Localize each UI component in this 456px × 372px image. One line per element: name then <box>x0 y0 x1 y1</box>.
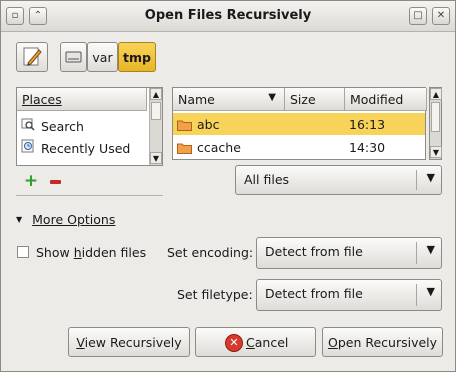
title-bar: ▫ ⌃ Open Files Recursively □ ✕ <box>1 1 455 32</box>
places-pane: Places Search Recently Used ▲ ▼ <box>16 87 163 166</box>
file-name: abc <box>197 117 220 132</box>
encoding-label: Set encoding: <box>167 245 254 260</box>
combo-separator <box>416 170 417 190</box>
expander-arrow-icon: ▼ <box>16 215 23 224</box>
filetype-label: Set filetype: <box>177 287 253 302</box>
file-filter-combo[interactable]: All files ▼ <box>235 165 442 195</box>
file-name: ccache <box>197 140 241 155</box>
path-root-button[interactable] <box>60 42 87 72</box>
open-recursively-button[interactable]: Open Recursively <box>322 327 443 357</box>
button-label: pen Recursively <box>337 335 438 350</box>
folder-icon <box>177 142 193 157</box>
label-part: idden files <box>81 245 147 260</box>
more-options-expander[interactable]: ▼ More Options <box>16 212 115 227</box>
label-mnemonic: h <box>73 245 82 260</box>
dropdown-arrow-icon: ▼ <box>426 171 435 184</box>
filetype-combo[interactable]: Detect from file ▼ <box>256 279 442 311</box>
path-button-var[interactable]: var <box>87 42 118 72</box>
scroll-up-arrow[interactable]: ▲ <box>150 88 162 100</box>
button-mnemonic: C <box>246 335 255 350</box>
close-window-button[interactable]: ✕ <box>432 7 450 25</box>
encoding-value: Detect from file <box>265 244 363 259</box>
sort-down-icon: ▼ <box>268 92 276 103</box>
button-mnemonic: O <box>327 335 338 350</box>
window-title: Open Files Recursively <box>144 8 312 23</box>
scroll-down-arrow[interactable]: ▼ <box>430 146 442 158</box>
button-mnemonic: V <box>76 335 85 350</box>
maximize-button[interactable]: □ <box>409 7 427 25</box>
places-header-label: Places <box>22 92 62 107</box>
scroll-thumb[interactable] <box>151 102 161 120</box>
dropdown-arrow-icon: ▼ <box>426 285 435 298</box>
combo-separator <box>416 242 417 264</box>
checkbox-box[interactable] <box>17 246 29 258</box>
column-header-name[interactable]: Name ▼ <box>173 88 285 111</box>
show-hidden-label: Show hidden files <box>36 245 146 260</box>
column-header-modified[interactable]: Modified <box>345 88 427 111</box>
drive-icon <box>65 51 82 63</box>
scroll-down-arrow[interactable]: ▼ <box>150 152 162 164</box>
scroll-thumb[interactable] <box>431 102 440 132</box>
file-filter-value: All files <box>244 172 290 187</box>
places-item-search[interactable]: Search <box>17 113 147 135</box>
separator <box>16 195 163 196</box>
places-item-recently-used[interactable]: Recently Used <box>17 135 147 157</box>
remove-icon <box>50 180 61 184</box>
dropdown-arrow-icon: ▼ <box>426 243 435 256</box>
places-header[interactable]: Places <box>17 88 147 111</box>
filetype-value: Detect from file <box>265 286 363 301</box>
search-icon <box>21 117 37 134</box>
places-item-label: Search <box>41 119 84 134</box>
cancel-icon: ✕ <box>225 334 243 352</box>
more-options-label: More Options <box>32 212 116 227</box>
file-modified: 14:30 <box>349 140 386 155</box>
column-header-size[interactable]: Size <box>285 88 345 111</box>
file-row[interactable]: abc 16:13 <box>173 113 425 135</box>
file-modified: 16:13 <box>349 117 386 132</box>
button-label: ancel <box>254 335 289 350</box>
add-bookmark-button[interactable]: + <box>22 173 40 191</box>
path-button-tmp[interactable]: tmp <box>118 42 156 72</box>
view-recursively-button[interactable]: View Recursively <box>68 327 190 357</box>
open-files-dialog: ▫ ⌃ Open Files Recursively □ ✕ var tmp P… <box>0 0 456 372</box>
places-scrollbar[interactable]: ▲ ▼ <box>149 88 162 165</box>
column-label: Name <box>178 92 215 107</box>
files-scrollbar[interactable]: ▲ ▼ <box>429 87 442 160</box>
combo-separator <box>416 284 417 306</box>
edit-location-button[interactable] <box>16 42 48 72</box>
cancel-button[interactable]: ✕ Cancel <box>195 327 316 357</box>
scroll-up-arrow[interactable]: ▲ <box>430 88 442 100</box>
file-row[interactable]: ccache 14:30 <box>173 136 425 158</box>
folder-icon <box>177 119 193 134</box>
places-item-label: Recently Used <box>41 141 131 156</box>
pencil-icon <box>23 47 42 66</box>
column-label: Modified <box>350 92 404 107</box>
column-label: Size <box>290 92 316 107</box>
show-hidden-files-checkbox[interactable]: Show hidden files <box>17 245 146 260</box>
remove-bookmark-button[interactable] <box>47 173 65 191</box>
button-label: iew Recursively <box>84 335 182 350</box>
label-part: Show <box>35 245 74 260</box>
encoding-combo[interactable]: Detect from file ▼ <box>256 237 442 269</box>
files-pane: Name ▼ Size Modified abc 16:13 ccache 14… <box>172 87 427 160</box>
clock-icon <box>21 139 37 156</box>
